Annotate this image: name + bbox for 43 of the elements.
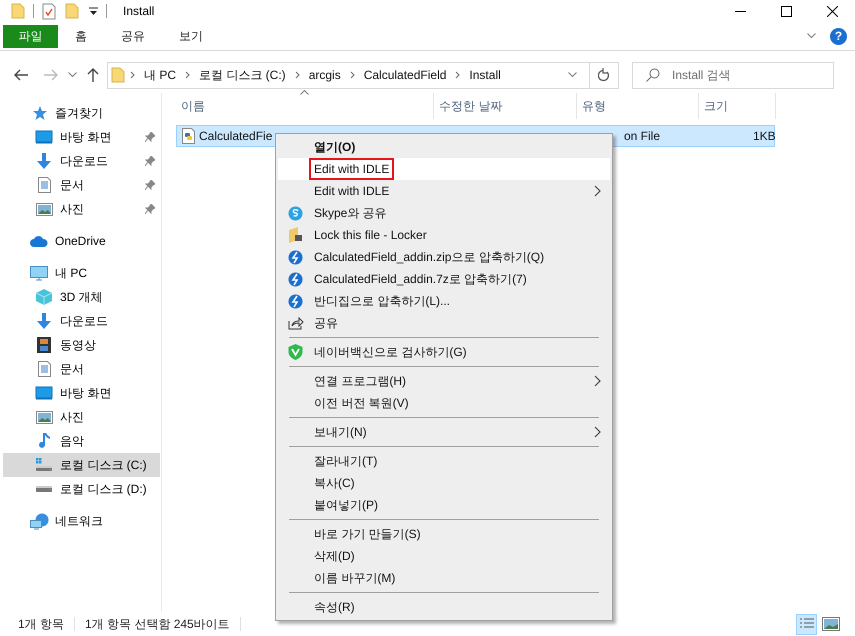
nav-item-label: 문서 <box>60 360 84 378</box>
nav-item-label: 사진 <box>60 200 84 218</box>
menu-item-label: CalculatedField_addin.7z로 압축하기(7) <box>313 270 528 288</box>
menu-item-label: 연결 프로그램(H) <box>313 372 407 390</box>
file-name: CalculatedFie <box>199 129 272 143</box>
status-text: 1개 항목 <box>18 616 64 632</box>
nav-item-label: 로컬 디스크 (C:) <box>60 456 147 474</box>
menu-item-label: 삭제(D) <box>313 548 356 564</box>
menu-item-label: Lock this file - Locker <box>313 227 428 244</box>
menu-item-label: 네이버백신으로 검사하기(G) <box>313 344 468 360</box>
menu-item-label: 붙여넣기(P) <box>313 496 379 514</box>
menu-item-label: CalculatedField_addin.zip으로 압축하기(Q) <box>313 248 546 266</box>
nav-item-label: 로컬 디스크 (D:) <box>60 480 147 498</box>
nav-item-label: 바탕 화면 <box>60 128 112 146</box>
menu-item-label: 반디집으로 압축하기(L)... <box>313 292 452 310</box>
nav-item-label: 바탕 화면 <box>60 384 112 402</box>
nav-item-label: 동영상 <box>60 336 96 354</box>
nav-item-label: 3D 개체 <box>60 288 103 306</box>
nav-item-label: 네트워크 <box>55 512 103 530</box>
outlined-menu-label: Edit with IDLE <box>309 158 394 180</box>
window-title: Install <box>123 4 154 18</box>
menu-item-label: 이전 버전 복원(V) <box>313 394 410 412</box>
nav-item-label: 다운로드 <box>60 152 108 170</box>
nav-item-label: 즐겨찾기 <box>55 104 103 122</box>
nav-item-label: 다운로드 <box>60 312 108 330</box>
file-size: 1KB <box>753 129 774 143</box>
nav-item-label: OneDrive <box>55 234 106 248</box>
status-text: 1개 항목 선택함 245바이트 <box>85 616 230 632</box>
menu-item-label: 보내기(N) <box>313 424 368 440</box>
menu-item-label: 잘라내기(T) <box>313 452 378 470</box>
menu-item-label: 이름 바꾸기(M) <box>313 570 396 586</box>
menu-item-label: 공유 <box>313 314 339 332</box>
menu-item-label: Skype와 공유 <box>313 204 388 222</box>
menu-item-label: 복사(C) <box>313 474 356 492</box>
menu-item-label: 속성(R) <box>313 598 356 616</box>
nav-item-label: 사진 <box>60 408 84 426</box>
nav-item-label: 내 PC <box>55 264 88 282</box>
menu-item-label: Edit with IDLE <box>313 183 390 200</box>
nav-item-label: 음악 <box>60 432 84 450</box>
menu-item-label: 열기(O) <box>313 138 356 156</box>
file-type: on File <box>624 129 662 143</box>
menu-item-label: 바로 가기 만들기(S) <box>313 526 422 542</box>
nav-item-label: 문서 <box>60 176 84 194</box>
